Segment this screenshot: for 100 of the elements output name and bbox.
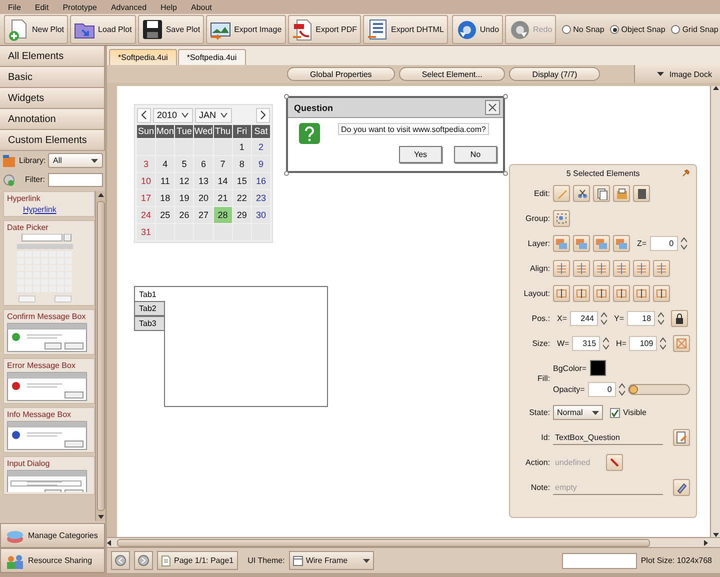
- calendar-day[interactable]: 17: [137, 190, 156, 206]
- text-field[interactable]: TextBox_Question: [553, 430, 663, 444]
- scrollbar[interactable]: [107, 537, 720, 547]
- element-card[interactable]: Info Message Box: [3, 407, 95, 453]
- scroll-up-icon[interactable]: [712, 86, 718, 90]
- calendar-day[interactable]: 6: [194, 156, 213, 172]
- element-card[interactable]: Error Message Box: [3, 358, 95, 404]
- calendar-day[interactable]: 2: [252, 139, 270, 155]
- calendar-day[interactable]: 29: [232, 207, 251, 223]
- calendar-day[interactable]: 12: [175, 173, 194, 189]
- calendar-day[interactable]: 8: [232, 156, 251, 172]
- resize-handle[interactable]: [284, 94, 289, 99]
- calendar-day[interactable]: 15: [232, 173, 251, 189]
- opacity-slider[interactable]: [628, 384, 690, 394]
- tool-button[interactable]: [671, 310, 688, 327]
- theme-dropdown[interactable]: Wire Frame: [288, 551, 374, 570]
- calendar-day[interactable]: 18: [156, 190, 174, 206]
- toolbar-button[interactable]: Export Image: [206, 15, 286, 44]
- color-swatch[interactable]: [590, 360, 606, 376]
- menu-item[interactable]: Advanced: [110, 2, 147, 12]
- calendar-day[interactable]: 30: [252, 207, 270, 223]
- category-button[interactable]: Annotation: [0, 109, 105, 130]
- radio-button[interactable]: [671, 25, 680, 34]
- calendar-day[interactable]: 19: [175, 190, 194, 206]
- number-field[interactable]: 244: [570, 311, 598, 326]
- scroll-right-icon[interactable]: [704, 540, 708, 546]
- number-field[interactable]: 0: [588, 382, 616, 396]
- menu-item[interactable]: Prototype: [62, 2, 97, 12]
- toolbar-button[interactable]: New Plot: [4, 15, 68, 44]
- spinner-icon[interactable]: [660, 337, 666, 350]
- spinner-icon[interactable]: [618, 382, 625, 396]
- close-button[interactable]: [485, 100, 500, 115]
- calendar-day[interactable]: 31: [137, 224, 156, 240]
- number-field[interactable]: 18: [627, 311, 656, 326]
- tab[interactable]: Tab3: [134, 316, 164, 331]
- calendar-day[interactable]: 21: [214, 190, 232, 206]
- tool-button[interactable]: [633, 185, 650, 202]
- resize-handle[interactable]: [284, 171, 289, 176]
- resize-handle[interactable]: [503, 171, 508, 176]
- category-button[interactable]: Custom Elements: [0, 130, 105, 151]
- calendar-day[interactable]: 28: [214, 207, 232, 223]
- element-card[interactable]: Hyperlink Hyperlink: [3, 191, 95, 217]
- toolbar-button[interactable]: Export DHTML: [363, 15, 448, 44]
- number-field[interactable]: 109: [629, 336, 658, 351]
- calendar-day[interactable]: 5: [175, 156, 194, 172]
- calendar-day[interactable]: 24: [137, 207, 156, 223]
- calendar-day[interactable]: 23: [252, 190, 270, 206]
- calendar-day[interactable]: 27: [194, 207, 213, 223]
- calendar-day[interactable]: 14: [214, 173, 232, 189]
- radio-button[interactable]: [562, 25, 572, 34]
- calendar-day[interactable]: 3: [137, 156, 156, 172]
- spinner-icon[interactable]: [603, 337, 609, 350]
- calendar-day[interactable]: 13: [194, 173, 213, 189]
- tool-button[interactable]: [606, 454, 623, 471]
- dialog-button[interactable]: No: [454, 146, 497, 163]
- element-card[interactable]: Date Picker: [3, 220, 95, 306]
- toolbar-button[interactable]: Display (7/7): [509, 67, 600, 81]
- menu-item[interactable]: About: [190, 2, 212, 12]
- page-button[interactable]: Page 1/1: Page1: [157, 551, 238, 570]
- tool-button[interactable]: [673, 479, 690, 496]
- checkbox-label[interactable]: Visible: [623, 408, 646, 417]
- number-field[interactable]: 315: [572, 336, 600, 351]
- manage-categories-button[interactable]: Manage Categories: [0, 523, 105, 548]
- tab[interactable]: Tab2: [134, 301, 164, 316]
- spinner-icon[interactable]: [658, 312, 664, 325]
- scroll-left-icon[interactable]: [107, 540, 111, 546]
- tab[interactable]: Tab1: [134, 286, 328, 301]
- state-dropdown[interactable]: Normal: [553, 405, 603, 420]
- tool-button[interactable]: [553, 285, 570, 302]
- radio-label[interactable]: No Snap: [573, 25, 604, 34]
- next-month-button[interactable]: [256, 108, 270, 122]
- category-button[interactable]: All Elements: [0, 46, 105, 67]
- calendar-day[interactable]: 9: [252, 156, 270, 172]
- tool-button[interactable]: [653, 285, 670, 302]
- calendar-day[interactable]: 10: [137, 173, 156, 189]
- calendar-day[interactable]: 1: [232, 139, 251, 155]
- tool-button[interactable]: [573, 285, 590, 302]
- category-button[interactable]: Widgets: [0, 88, 105, 109]
- scroll-thumb[interactable]: [117, 538, 650, 546]
- radio-label[interactable]: Grid Snap: [682, 25, 718, 34]
- library-dropdown[interactable]: All: [48, 153, 103, 168]
- slider-thumb[interactable]: [628, 384, 638, 394]
- hyperlink[interactable]: Hyperlink: [7, 205, 91, 214]
- calendar-day[interactable]: 20: [194, 190, 213, 206]
- menu-item[interactable]: Help: [160, 2, 177, 12]
- document-tab[interactable]: *Softpedia.4ui: [178, 49, 246, 65]
- next-page-button[interactable]: [134, 551, 153, 570]
- scrollbar[interactable]: [95, 191, 105, 521]
- toolbar-button[interactable]: Load Plot: [70, 15, 136, 44]
- toolbar-button[interactable]: Save Plot: [138, 15, 204, 44]
- previous-month-button[interactable]: [137, 108, 151, 122]
- radio-label[interactable]: Object Snap: [621, 25, 666, 34]
- tool-button[interactable]: [593, 285, 610, 302]
- category-button[interactable]: Basic: [0, 67, 105, 88]
- menu-item[interactable]: File: [8, 2, 21, 12]
- filter-field[interactable]: [48, 172, 103, 186]
- image-dock-tab[interactable]: Image Dock: [634, 65, 720, 83]
- calendar-day[interactable]: 16: [252, 173, 270, 189]
- tool-button[interactable]: [633, 285, 650, 302]
- toolbar-button[interactable]: Export PDF: [288, 15, 361, 44]
